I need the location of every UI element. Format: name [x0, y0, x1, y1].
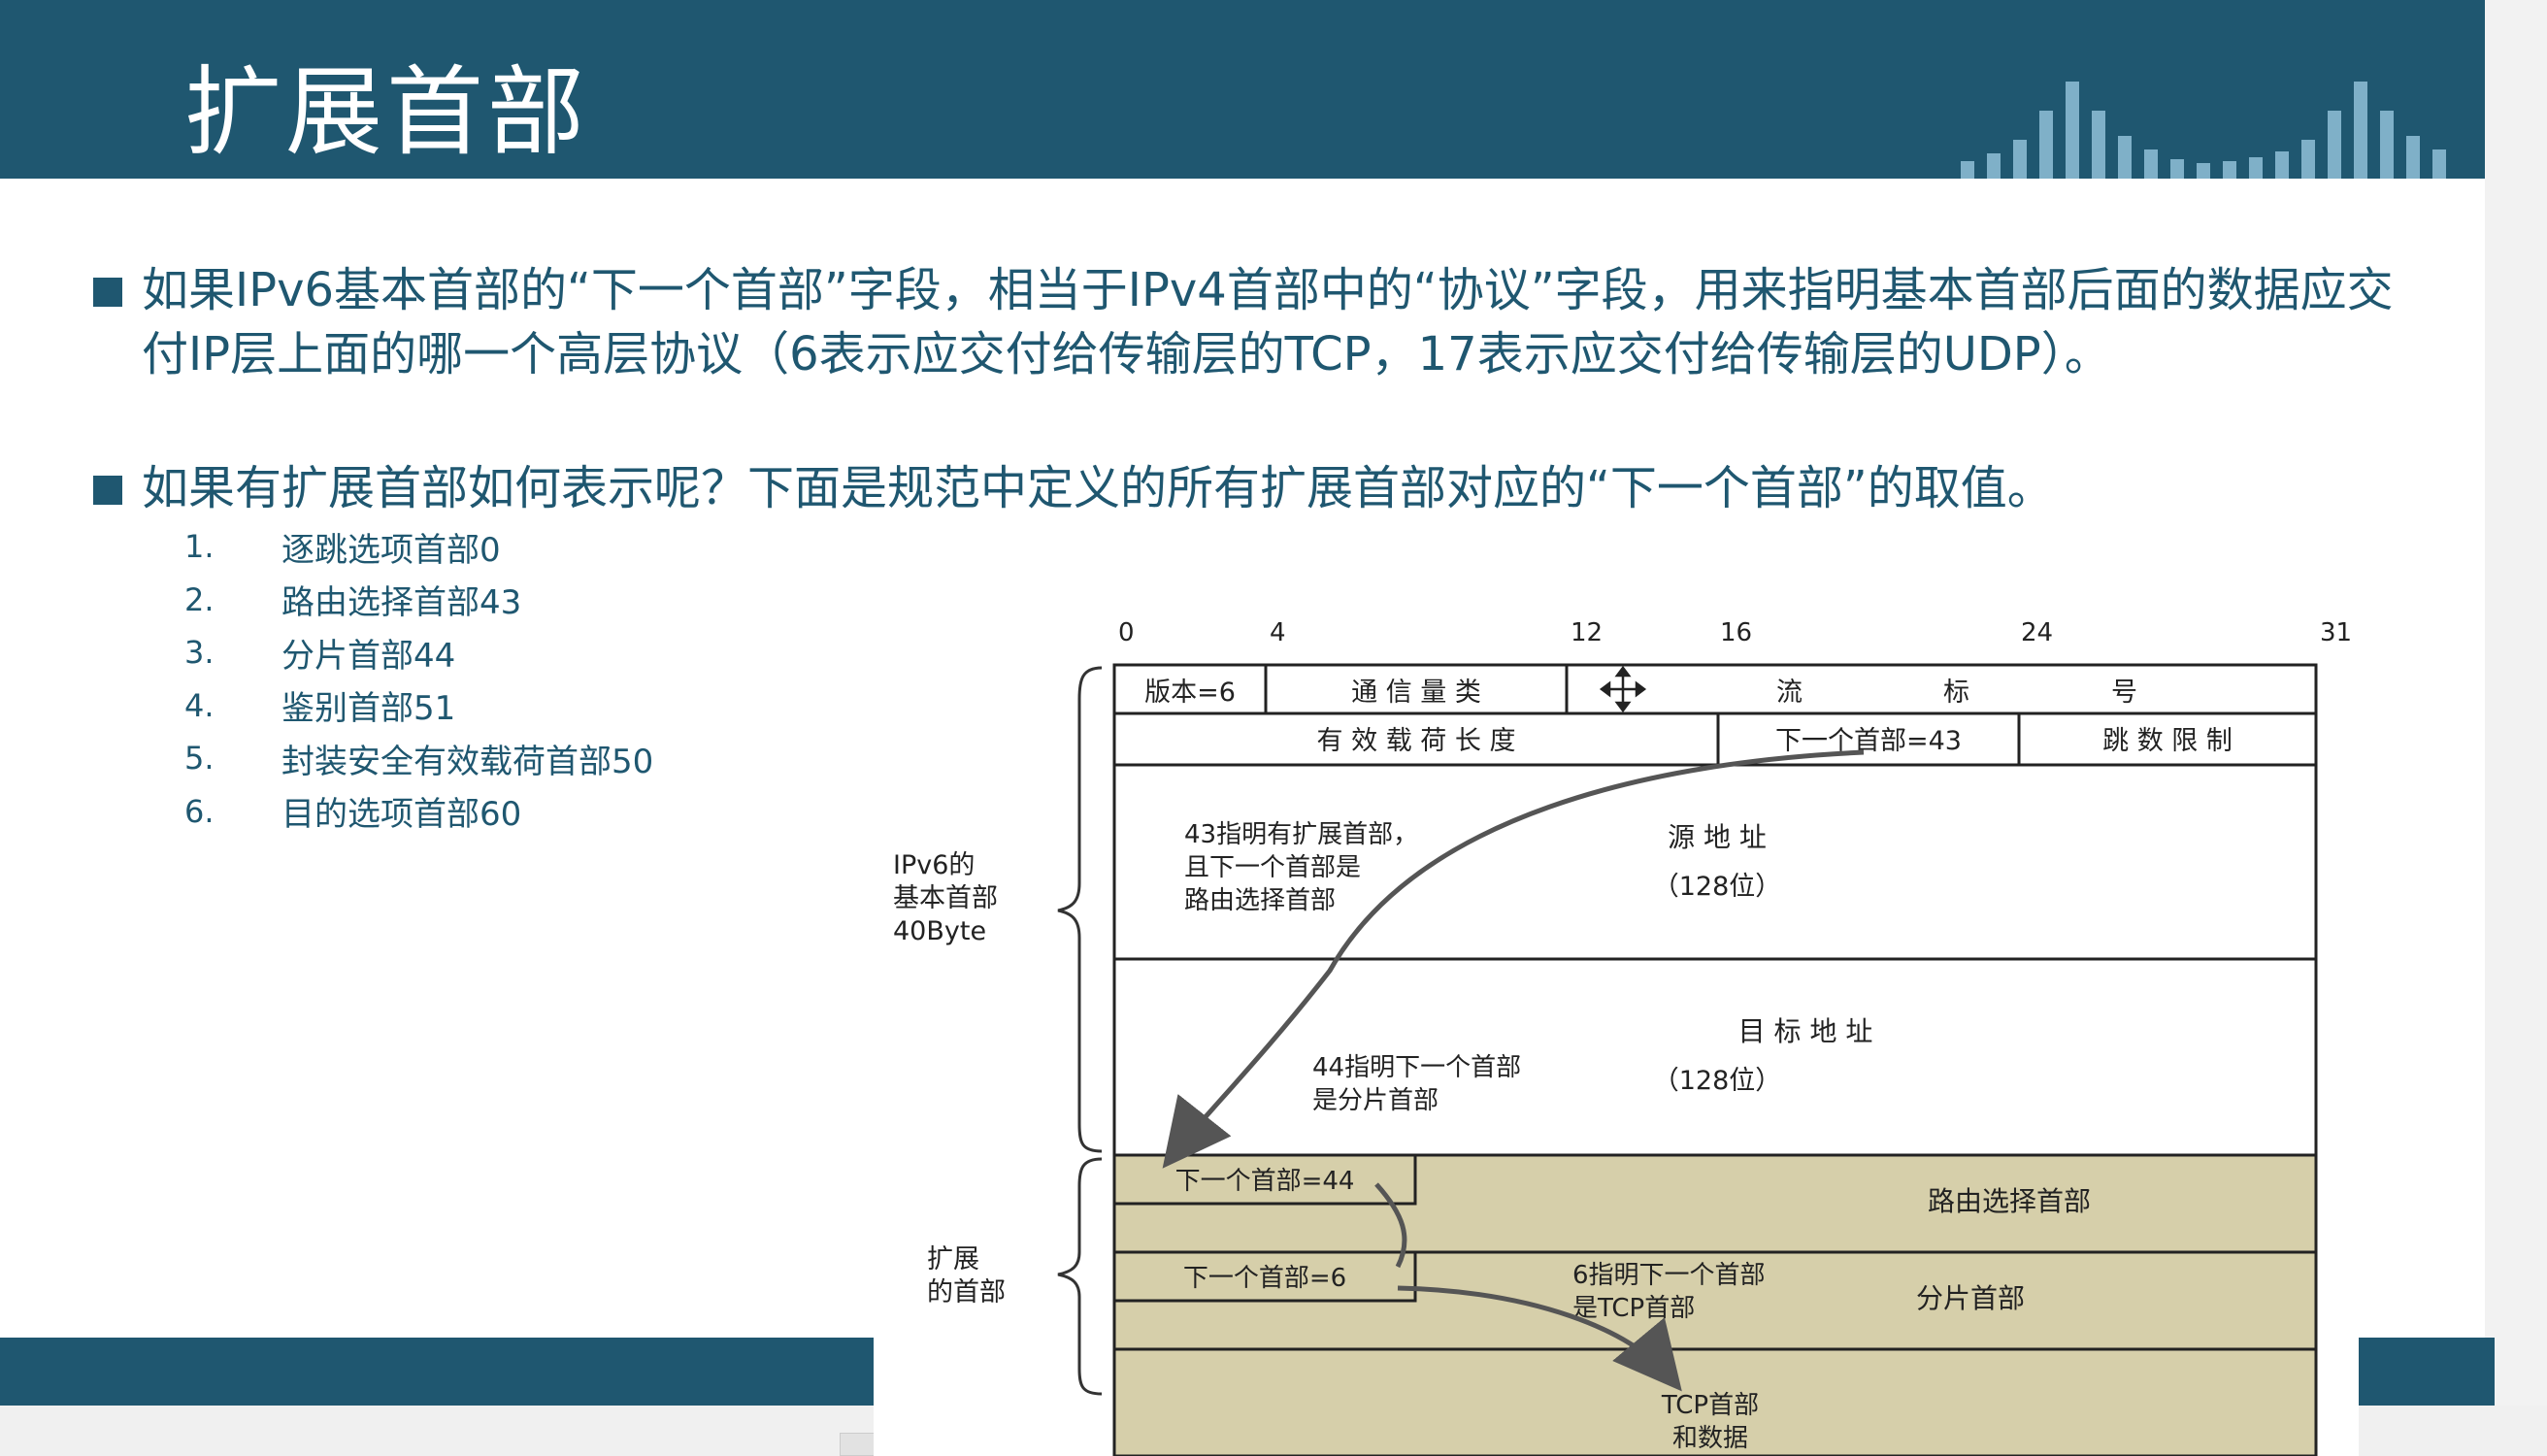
decorative-bar — [2275, 151, 2289, 179]
decorative-bar — [2328, 111, 2341, 179]
square-bullet-icon — [93, 278, 122, 307]
bullet-text: 如果IPv6基本首部的“下一个首部”字段，相当于IPv4首部中的“协议”字段，用… — [142, 263, 2394, 381]
list-number: 3. — [184, 634, 215, 672]
decorative-bar — [2118, 136, 2132, 179]
list-number: 6. — [184, 792, 215, 830]
decorative-bar — [2013, 140, 2027, 179]
decorative-bar — [2039, 111, 2053, 179]
flow-label-char: 号 — [2111, 678, 2137, 708]
decorative-bar — [2406, 136, 2420, 179]
list-number: 1. — [184, 528, 215, 566]
version-field: 版本=6 — [1144, 678, 1236, 708]
bit-tick: 12 — [1571, 618, 1603, 647]
flow-label-char: 标 — [1943, 678, 1969, 708]
decorative-bar — [2249, 157, 2263, 179]
list-item: 2. 路由选择首部43 — [184, 574, 653, 627]
brace-basic-header — [1057, 666, 1103, 1153]
list-item: 6. 目的选项首部60 — [184, 785, 653, 839]
window-edge — [2485, 0, 2547, 1456]
annotation-44: 44指明下一个首部 — [1312, 1053, 1521, 1082]
routing-next-header: 下一个首部=44 — [1175, 1167, 1355, 1196]
traffic-class-field: 通 信 量 类 — [1351, 678, 1481, 708]
list-text: 封装安全有效载荷首部50 — [281, 742, 654, 781]
list-text: 路由选择首部43 — [281, 583, 522, 623]
source-address-bits: （128位） — [1653, 872, 1782, 902]
square-bullet-icon — [93, 476, 122, 505]
tcp-data-label: TCP首部 — [1661, 1391, 1759, 1420]
extension-header-list: 1. 逐跳选项首部0 2. 路由选择首部43 3. 分片首部44 4. 鉴别首部51 5… — [184, 520, 653, 838]
list-item: 4. 鉴别首部51 — [184, 679, 653, 733]
annotation-6: 6指明下一个首部 — [1572, 1261, 1766, 1290]
bit-tick: 0 — [1118, 618, 1135, 647]
list-text: 逐跳选项首部0 — [281, 530, 501, 570]
decorative-bar — [2092, 111, 2105, 179]
list-text: 分片首部44 — [281, 636, 456, 676]
bit-tick: 24 — [2021, 618, 2053, 647]
decorative-bar — [2144, 149, 2158, 179]
fragment-header-label: 分片首部 — [1916, 1282, 2025, 1314]
annotation-6: 是TCP首部 — [1572, 1294, 1695, 1323]
decorative-bar — [1961, 161, 1974, 179]
tcp-data-label: 和数据 — [1672, 1424, 1748, 1453]
bit-tick: 16 — [1720, 618, 1752, 647]
bullet-text: 如果有扩展首部如何表示呢？下面是规范中定义的所有扩展首部对应的“下一个首部”的取… — [142, 461, 2054, 515]
annotation-43: 43指明有扩展首部， — [1184, 820, 1418, 849]
flow-label-char: 流 — [1776, 678, 1803, 708]
move-cursor-icon — [1599, 665, 1647, 713]
decorative-bars — [1961, 82, 2446, 179]
extension-header-label: 的首部 — [927, 1277, 1006, 1307]
list-number: 5. — [184, 740, 215, 778]
decorative-bar — [2170, 159, 2184, 179]
basic-header-label: IPv6的 — [893, 850, 975, 880]
next-header-field: 下一个首部=43 — [1775, 726, 1962, 756]
list-item: 5. 封装安全有效载荷首部50 — [184, 732, 653, 785]
decorative-bar — [2301, 140, 2315, 179]
extension-header-label: 扩展 — [927, 1244, 979, 1274]
hop-limit-field: 跳 数 限 制 — [2102, 726, 2233, 756]
slide-title: 扩展首部 — [184, 55, 588, 169]
brace-extension-headers — [1057, 1157, 1103, 1396]
list-text: 目的选项首部60 — [281, 795, 522, 835]
ipv6-header-diagram: 0 4 12 16 24 31 版本=6 通 信 量 类 流 标 号 有 效 载… — [874, 592, 2359, 1456]
decorative-bar — [2066, 82, 2079, 179]
dest-address-label: 目 标 地 址 — [1738, 1015, 1873, 1047]
list-number: 4. — [184, 686, 215, 724]
payload-length-field: 有 效 载 荷 长 度 — [1317, 726, 1516, 756]
diagram-canvas: 0 4 12 16 24 31 版本=6 通 信 量 类 流 标 号 有 效 载… — [893, 618, 2352, 1456]
decorative-bar — [2354, 82, 2367, 179]
decorative-bar — [1987, 153, 2001, 179]
list-number: 2. — [184, 580, 215, 618]
annotation-43: 且下一个首部是 — [1184, 853, 1361, 882]
fragment-next-header: 下一个首部=6 — [1183, 1264, 1346, 1293]
source-address-label: 源 地 址 — [1668, 821, 1767, 853]
decorative-bar — [2223, 161, 2236, 179]
dest-address-bits: （128位） — [1653, 1066, 1782, 1096]
list-text: 鉴别首部51 — [281, 689, 456, 729]
bit-tick: 31 — [2320, 618, 2352, 647]
routing-header-label: 路由选择首部 — [1928, 1185, 2091, 1217]
bullet-item-1: 如果IPv6基本首部的“下一个首部”字段，相当于IPv4首部中的“协议”字段，用… — [93, 258, 2403, 386]
annotation-44: 是分片首部 — [1312, 1086, 1439, 1115]
list-item: 3. 分片首部44 — [184, 626, 653, 679]
bit-tick: 4 — [1270, 618, 1286, 647]
annotation-43: 路由选择首部 — [1184, 886, 1336, 915]
basic-header-label: 40Byte — [893, 916, 986, 946]
basic-header-label: 基本首部 — [893, 883, 998, 913]
decorative-bar — [2380, 111, 2394, 179]
list-item: 1. 逐跳选项首部0 — [184, 520, 653, 574]
decorative-bar — [2432, 149, 2446, 179]
decorative-bar — [2197, 163, 2210, 179]
bullet-item-2: 如果有扩展首部如何表示呢？下面是规范中定义的所有扩展首部对应的“下一个首部”的取… — [93, 456, 2403, 520]
